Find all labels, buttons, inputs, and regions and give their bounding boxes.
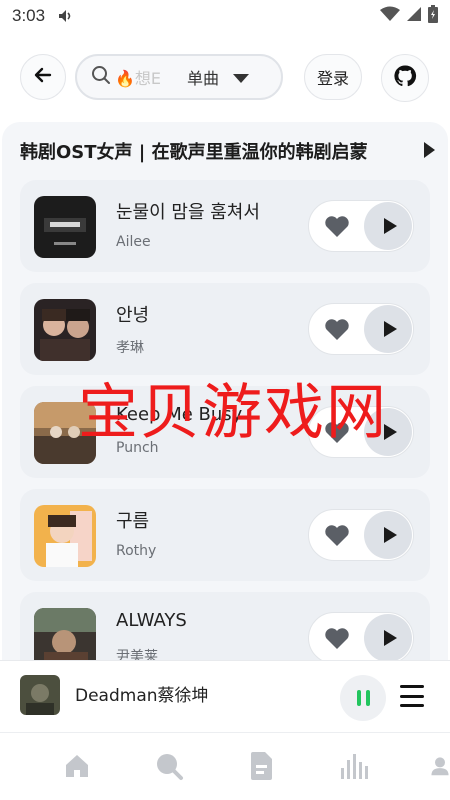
heart-icon[interactable] [323, 625, 351, 653]
battery-icon [428, 5, 438, 27]
song-item[interactable]: 안녕 孝琳 [20, 283, 430, 375]
play-icon [383, 630, 397, 646]
heart-icon[interactable] [323, 522, 351, 550]
search-box[interactable]: 🔥想E 单曲 [75, 54, 283, 100]
album-cover [34, 505, 96, 567]
song-actions [308, 303, 414, 355]
playlist-title: 韩剧OST女声 | 在歌声里重温你的韩剧启蒙 [20, 142, 368, 163]
chevron-down-icon[interactable] [233, 74, 250, 83]
github-button[interactable] [381, 54, 429, 102]
heart-icon[interactable] [323, 316, 351, 344]
bottom-nav [0, 732, 450, 800]
pause-icon-bar [356, 690, 361, 706]
song-title: 안녕 [116, 305, 150, 326]
github-icon [393, 64, 417, 92]
song-actions [308, 509, 414, 561]
album-cover [34, 196, 96, 258]
heart-icon[interactable] [323, 213, 351, 241]
play-icon [383, 527, 397, 543]
song-title: 눈물이 맘을 훔쳐서 [116, 202, 260, 223]
song-title: ALWAYS [116, 610, 187, 631]
song-artist: Rothy [116, 543, 157, 559]
pause-icon-bar [365, 690, 370, 706]
watermark-text: 宝贝游戏网 [78, 378, 388, 448]
now-playing-cover [20, 675, 60, 715]
login-button[interactable]: 登录 [304, 54, 362, 100]
song-item[interactable]: 구름 Rothy [20, 489, 430, 581]
top-bar: 🔥想E 单曲 登录 [0, 52, 450, 102]
volume-icon [57, 7, 75, 25]
mini-player[interactable]: Deadman蔡徐坤 [0, 660, 450, 732]
song-actions [308, 612, 414, 664]
signal-icon [406, 6, 422, 26]
nav-chart-icon[interactable] [338, 751, 368, 781]
play-button[interactable] [364, 511, 412, 559]
album-cover [34, 299, 96, 361]
search-icon [91, 65, 111, 89]
song-artist: 孝琳 [116, 340, 144, 356]
song-title: 구름 [116, 511, 150, 532]
nav-user-icon[interactable] [430, 751, 450, 781]
back-button[interactable] [20, 54, 66, 100]
play-button[interactable] [364, 614, 412, 662]
search-scope-select[interactable]: 单曲 [187, 65, 219, 89]
nav-document-icon[interactable] [246, 751, 276, 781]
playlist-menu-icon[interactable] [400, 685, 424, 707]
play-button[interactable] [364, 305, 412, 353]
arrow-left-icon [33, 65, 53, 89]
nav-search-icon[interactable] [154, 751, 184, 781]
nav-home-icon[interactable] [62, 751, 92, 781]
status-bar: 3:03 [0, 0, 450, 32]
search-placeholder[interactable]: 🔥想E [115, 65, 167, 89]
play-button[interactable] [364, 202, 412, 250]
song-item[interactable]: 눈물이 맘을 훔쳐서 Ailee [20, 180, 430, 272]
play-all-icon[interactable] [424, 142, 435, 158]
now-playing-title: Deadman蔡徐坤 [75, 686, 209, 706]
play-icon [383, 321, 397, 337]
wifi-icon [380, 6, 400, 26]
play-icon [383, 218, 397, 234]
song-artist: Ailee [116, 234, 151, 250]
song-actions [308, 200, 414, 252]
pause-button[interactable] [340, 675, 386, 721]
status-time: 3:03 [12, 6, 46, 25]
